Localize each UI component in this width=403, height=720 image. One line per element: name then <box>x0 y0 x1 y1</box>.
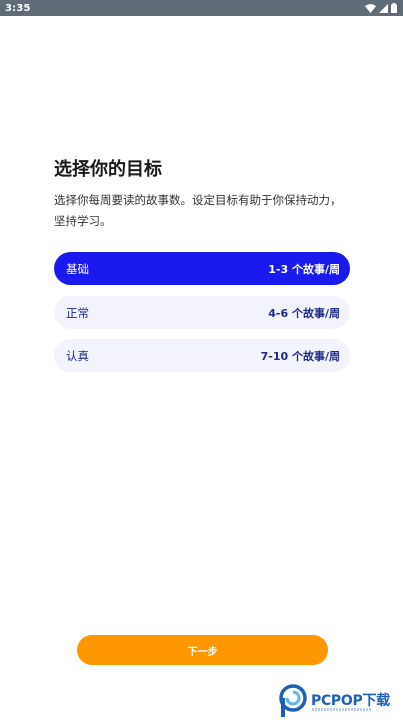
goal-option-label: 认真 <box>66 348 89 363</box>
goal-option-basic[interactable]: 基础 1-3 个故事/周 <box>54 252 350 285</box>
watermark-text: PCPOP下载 <box>311 693 390 709</box>
watermark: PCPOP下载 <box>278 684 400 718</box>
next-button[interactable]: 下一步 <box>77 635 328 665</box>
goal-option-value: 7-10 个故事/周 <box>260 349 340 363</box>
watermark-underline <box>312 708 372 711</box>
page-subtitle: 选择你每周要读的故事数。设定目标有助于你保持动力，坚持学习。 <box>54 193 342 228</box>
goal-option-normal[interactable]: 正常 4-6 个故事/周 <box>54 296 350 329</box>
status-bar: 3:35 <box>0 0 403 16</box>
status-time: 3:35 <box>5 2 31 14</box>
wifi-icon <box>365 3 376 13</box>
goal-option-label: 基础 <box>66 261 89 276</box>
signal-icon <box>379 3 388 13</box>
goal-option-value: 4-6 个故事/周 <box>268 306 340 320</box>
goal-option-label: 正常 <box>66 305 89 320</box>
pcpop-logo-icon <box>279 684 307 717</box>
battery-icon <box>391 3 397 13</box>
status-icons <box>365 3 397 13</box>
page-title: 选择你的目标 <box>54 159 162 180</box>
goal-option-value: 1-3 个故事/周 <box>268 262 340 276</box>
goal-option-serious[interactable]: 认真 7-10 个故事/周 <box>54 339 350 372</box>
